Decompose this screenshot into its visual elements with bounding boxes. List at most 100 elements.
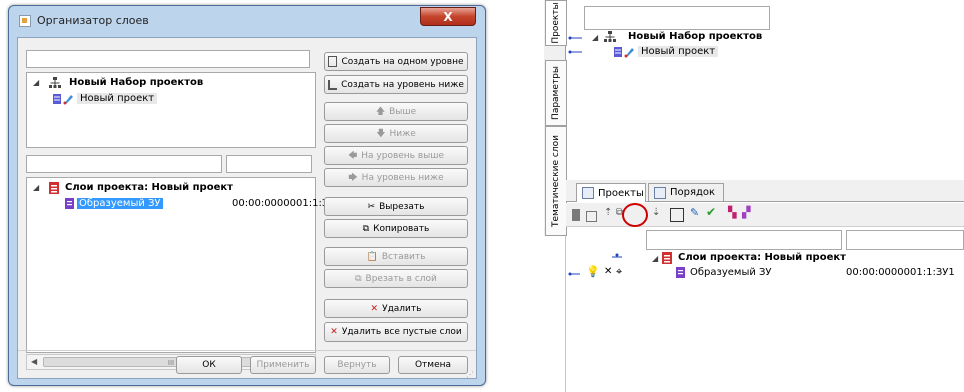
apply-button[interactable]: Применить: [250, 356, 316, 374]
layer-add-icon: [328, 56, 338, 67]
projects-tab-icon: [582, 187, 594, 199]
dialog-titlebar[interactable]: Организатор слоев X: [9, 6, 485, 36]
create-same-level-button[interactable]: Создать на одном уровне: [324, 52, 468, 71]
side-tab-projects-label: Проекты: [551, 2, 561, 44]
move-down-label: Ниже: [389, 128, 416, 139]
connector-icon: [568, 272, 580, 276]
cut-into-layer-button[interactable]: ⧉ Врезать в слой: [324, 269, 468, 288]
revert-button[interactable]: Вернуть: [324, 356, 390, 374]
tab-projects-label: Проекты: [598, 187, 644, 199]
layers-tree[interactable]: ◢ Слои проекта: Новый проект Образуемый …: [26, 177, 334, 353]
edit-icon[interactable]: ✎: [690, 206, 702, 219]
copy-label: Копировать: [373, 223, 430, 234]
project-icon: [53, 94, 73, 105]
projects-tree[interactable]: ◢ Новый Набор проектов Новый проект: [26, 72, 316, 148]
paste-label: Вставить: [381, 251, 426, 262]
level-up-button[interactable]: 🡄 На уровень выше: [324, 146, 468, 165]
move-down-button[interactable]: 🡇 Ниже: [324, 124, 468, 143]
delete-empty-label: Удалить все пустые слои: [341, 327, 462, 337]
insert-layer-icon: ⧉: [355, 273, 362, 284]
side-tab-projects[interactable]: Проекты: [545, 0, 567, 46]
layer-code: 00:00:0000001:1:ЗУ: [232, 198, 335, 209]
layer-name-selected[interactable]: Образуемый ЗУ: [77, 198, 163, 209]
dialog-title: Организатор слоев: [37, 14, 149, 27]
collapse-arrow-icon[interactable]: ◢: [652, 254, 658, 263]
app-icon: [19, 15, 31, 27]
side-tabs: Проекты Параметры Тематические слои: [544, 0, 567, 236]
panel-layers-root-label[interactable]: Слои проекта: Новый проект: [678, 252, 846, 263]
footer-divider: [18, 350, 476, 351]
select-icon[interactable]: ▚: [728, 206, 740, 219]
delete-x-icon: ✕: [370, 303, 379, 314]
cancel-button[interactable]: Отмена: [398, 356, 468, 374]
project-icon: [614, 47, 634, 58]
no-edit-x-icon[interactable]: ✕: [604, 266, 612, 277]
panel-layers-filter-name[interactable]: [646, 230, 842, 250]
order-tab-icon: [654, 186, 666, 199]
level-up-icon[interactable]: ⇡: [604, 207, 616, 219]
projects-filter-input[interactable]: [26, 50, 310, 68]
panel-layers-filter-code[interactable]: [846, 230, 964, 250]
panel-layer-code: 00:00:0000001:1:ЗУ1: [846, 267, 955, 278]
move-up-button[interactable]: 🡅 Выше: [324, 102, 468, 121]
arrow-left-icon: 🡄: [347, 150, 358, 161]
zoom-layer-icon[interactable]: [670, 208, 684, 222]
tab-projects[interactable]: Проекты: [576, 183, 646, 202]
delete-empty-layers-button[interactable]: ✕ Удалить все пустые слои: [324, 322, 468, 342]
scroll-left-icon[interactable]: ◀: [31, 357, 37, 366]
attributes-icon[interactable]: ▞: [742, 206, 754, 219]
resize-grip-icon[interactable]: ⋰: [466, 370, 474, 379]
layer-child-icon[interactable]: [586, 211, 597, 222]
connector-icon: [568, 36, 582, 54]
layer-icon: [676, 267, 685, 278]
panel-layer-name[interactable]: Образуемый ЗУ: [690, 267, 772, 278]
side-tab-thematic-layers[interactable]: Тематические слои: [545, 126, 567, 236]
delete-label: Удалить: [382, 303, 422, 314]
layer-icon: [65, 198, 74, 209]
snap-crosshair-icon[interactable]: ⌖: [616, 265, 622, 279]
side-tab-parameters[interactable]: Параметры: [545, 60, 567, 126]
project-set-label[interactable]: Новый Набор проектов: [69, 77, 203, 88]
project-set-icon: [49, 77, 61, 88]
move-up-label: Выше: [389, 106, 417, 117]
tab-order[interactable]: Порядок: [648, 183, 724, 201]
check-icon[interactable]: ✔: [706, 205, 718, 219]
panel-projects-filter-input[interactable]: [584, 6, 770, 30]
paste-button[interactable]: 📋 Вставить: [324, 247, 468, 266]
project-label[interactable]: Новый проект: [77, 93, 158, 104]
close-button[interactable]: X: [420, 7, 476, 26]
level-up-label: На уровень выше: [361, 150, 445, 161]
delete-button[interactable]: ✕ Удалить: [324, 299, 468, 318]
create-lower-level-button[interactable]: Создать на уровень ниже: [324, 75, 468, 94]
visibility-bulb-icon[interactable]: 💡: [586, 265, 600, 278]
panel-project-set-label[interactable]: Новый Набор проектов: [628, 31, 762, 42]
cut-into-layer-label: Врезать в слой: [365, 273, 437, 284]
layers-root-label[interactable]: Слои проекта: Новый проект: [65, 182, 233, 193]
cut-button[interactable]: ✂ Вырезать: [324, 197, 468, 216]
copy-icon: ⧉: [362, 223, 370, 234]
scissors-icon: ✂: [367, 201, 376, 212]
copy-button[interactable]: ⧉ Копировать: [324, 219, 468, 238]
bottom-tabs: Проекты Порядок: [566, 180, 964, 202]
layers-root-icon: [662, 252, 672, 264]
layer-new-icon[interactable]: [572, 209, 580, 221]
panel-project-label[interactable]: Новый проект: [638, 46, 719, 57]
layer-add-child-icon: [328, 79, 338, 90]
level-down-button[interactable]: 🡆 На уровень ниже: [324, 168, 468, 187]
collapse-arrow-icon[interactable]: ◢: [592, 33, 598, 42]
arrow-right-icon: 🡆: [348, 172, 358, 183]
arrow-down-icon: 🡇: [376, 128, 386, 139]
level-down-label: На уровень ниже: [361, 172, 444, 183]
collapse-arrow-icon[interactable]: ◢: [33, 183, 39, 192]
layers-root-icon: [49, 182, 59, 194]
project-set-icon: [604, 31, 616, 42]
collapse-arrow-icon[interactable]: ◢: [33, 78, 39, 87]
move-icon[interactable]: ⇣: [652, 207, 664, 219]
layers-filter-input-code[interactable]: [226, 155, 312, 173]
highlight-circle: [622, 203, 648, 227]
arrow-up-icon: 🡅: [375, 106, 386, 117]
cut-label: Вырезать: [379, 201, 425, 212]
layer-organizer-dialog: Организатор слоев X ◢ Новый Набор проект…: [8, 5, 486, 386]
ok-button[interactable]: ОК: [176, 356, 242, 374]
layers-filter-input-name[interactable]: [26, 155, 222, 173]
